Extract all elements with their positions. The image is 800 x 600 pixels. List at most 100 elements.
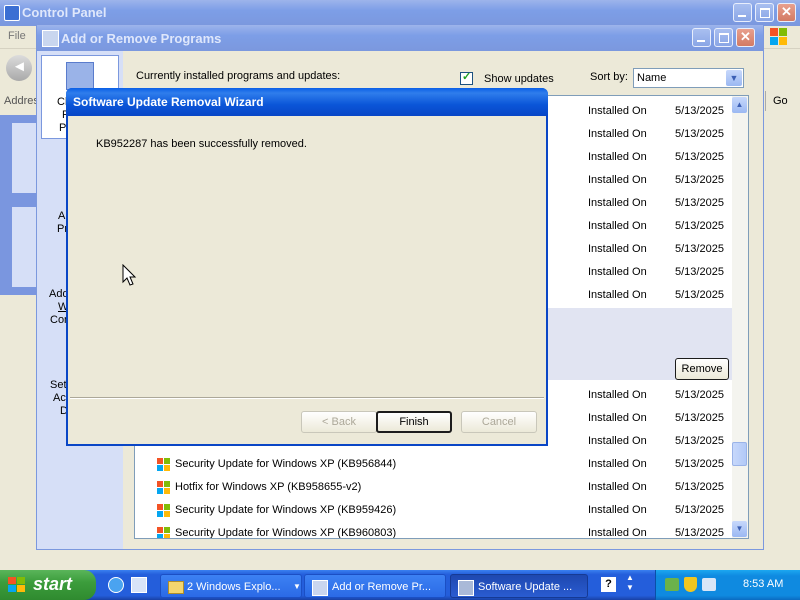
network-icon[interactable] xyxy=(665,578,679,591)
finish-label: Finish xyxy=(399,416,429,428)
check-icon: ✓ xyxy=(462,71,472,83)
back-button[interactable]: < Back xyxy=(301,411,377,433)
installed-on-label: Installed On xyxy=(588,197,647,209)
windows-logo-icon xyxy=(770,28,788,46)
installed-date: 5/13/2025 xyxy=(675,105,724,117)
go-label: Go xyxy=(773,95,788,107)
menu-file[interactable]: File xyxy=(8,30,26,42)
sort-by-label: Sort by: xyxy=(590,71,628,83)
scroll-up-button[interactable]: ▲ xyxy=(732,97,747,113)
back-nav-button[interactable]: ◄ xyxy=(6,55,32,81)
sidebar-label[interactable]: A xyxy=(58,210,65,222)
chevron-down-icon[interactable]: ▼ xyxy=(726,70,742,86)
software-update-icon xyxy=(458,580,474,596)
installed-date: 5/13/2025 xyxy=(675,243,724,255)
chevron-down-icon: ▼ xyxy=(293,582,301,591)
installed-on-label: Installed On xyxy=(588,412,647,424)
control-panel-title: Control Panel xyxy=(22,5,107,20)
installed-date: 5/13/2025 xyxy=(675,481,724,493)
wizard-separator xyxy=(70,397,544,399)
media-quicklaunch-icon[interactable] xyxy=(131,577,147,593)
installed-date: 5/13/2025 xyxy=(675,389,724,401)
arp-titlebar: Add or Remove Programs ✕ xyxy=(37,25,763,51)
installed-on-label: Installed On xyxy=(588,220,647,232)
clock: 8:53 AM xyxy=(743,578,784,590)
installed-on-label: Installed On xyxy=(588,458,647,470)
program-row[interactable]: Security Update for Windows XP (KB956844… xyxy=(135,454,733,477)
installed-date: 5/13/2025 xyxy=(675,458,724,470)
installed-date: 5/13/2025 xyxy=(675,412,724,424)
installed-date: 5/13/2025 xyxy=(675,266,724,278)
task-label: Software Update ... xyxy=(478,581,573,593)
mouse-cursor-icon xyxy=(122,264,137,286)
program-row[interactable]: Security Update for Windows XP (KB960803… xyxy=(135,523,733,539)
installed-date: 5/13/2025 xyxy=(675,197,724,209)
wizard-dialog: Software Update Removal Wizard KB952287 … xyxy=(66,88,548,446)
folder-icon xyxy=(168,581,184,594)
arp-title: Add or Remove Programs xyxy=(61,31,222,46)
program-name: Hotfix for Windows XP (KB958655-v2) xyxy=(175,481,362,493)
go-button[interactable]: Go xyxy=(765,91,800,111)
task-add-remove-programs[interactable]: Add or Remove Pr... xyxy=(304,574,446,598)
close-button[interactable]: ✕ xyxy=(777,3,796,22)
help-icon[interactable]: ? xyxy=(601,577,616,592)
list-scrollbar[interactable]: ▲ ▼ xyxy=(732,96,748,538)
arp-close-button[interactable]: ✕ xyxy=(736,28,755,47)
sort-by-value: Name xyxy=(637,72,667,84)
task-label: Add or Remove Pr... xyxy=(332,581,432,593)
remove-label: Remove xyxy=(681,363,723,375)
tray-scroll-icon[interactable]: ▲ ▼ xyxy=(626,573,634,593)
installed-on-label: Installed On xyxy=(588,389,647,401)
task-windows-explorer[interactable]: 2 Windows Explo... ▼ xyxy=(160,574,302,598)
wizard-title: Software Update Removal Wizard xyxy=(73,95,264,109)
installed-on-label: Installed On xyxy=(588,151,647,163)
installed-date: 5/13/2025 xyxy=(675,289,724,301)
programs-icon xyxy=(66,62,94,90)
installed-on-label: Installed On xyxy=(588,266,647,278)
remove-button[interactable]: Remove xyxy=(675,358,729,380)
installed-on-label: Installed On xyxy=(588,105,647,117)
taskbar: start 2 Windows Explo... ▼ Add or Remove… xyxy=(0,570,800,600)
finish-button[interactable]: Finish xyxy=(376,411,452,433)
windows-update-icon xyxy=(157,527,171,538)
program-row[interactable]: Security Update for Windows XP (KB959426… xyxy=(135,500,733,523)
installed-date: 5/13/2025 xyxy=(675,128,724,140)
program-name: Security Update for Windows XP (KB960803… xyxy=(175,527,397,539)
windows-update-icon xyxy=(157,458,171,472)
installed-on-label: Installed On xyxy=(588,128,647,140)
add-remove-icon xyxy=(42,30,59,47)
security-shield-icon[interactable] xyxy=(684,577,697,592)
installed-on-label: Installed On xyxy=(588,504,647,516)
installed-date: 5/13/2025 xyxy=(675,174,724,186)
minimize-button[interactable] xyxy=(733,3,752,22)
installed-date: 5/13/2025 xyxy=(675,527,724,539)
program-row[interactable]: Hotfix for Windows XP (KB958655-v2) Insta… xyxy=(135,477,733,500)
control-panel-icon xyxy=(4,5,20,21)
scroll-thumb[interactable] xyxy=(732,442,747,466)
wizard-titlebar: Software Update Removal Wizard xyxy=(66,88,548,116)
arp-maximize-button[interactable] xyxy=(714,28,733,47)
program-name: Security Update for Windows XP (KB959426… xyxy=(175,504,397,516)
show-updates-label[interactable]: Show updates xyxy=(484,73,554,85)
start-label: start xyxy=(33,574,73,594)
wizard-message: KB952287 has been successfully removed. xyxy=(96,138,307,150)
arp-minimize-button[interactable] xyxy=(692,28,711,47)
maximize-button[interactable] xyxy=(755,3,774,22)
cancel-label: Cancel xyxy=(481,416,517,428)
address-label: Addres xyxy=(4,95,39,107)
sidebar-label[interactable]: Set xyxy=(50,379,67,391)
add-remove-icon xyxy=(312,580,328,596)
installed-date: 5/13/2025 xyxy=(675,220,724,232)
cancel-button[interactable]: Cancel xyxy=(461,411,537,433)
installed-date: 5/13/2025 xyxy=(675,504,724,516)
task-software-update[interactable]: Software Update ... xyxy=(450,574,588,598)
start-button[interactable]: start xyxy=(0,570,96,600)
task-label: 2 Windows Explo... xyxy=(187,581,281,593)
show-updates-checkbox[interactable]: ✓ xyxy=(460,71,473,85)
ie-quicklaunch-icon[interactable] xyxy=(108,577,124,593)
scroll-down-button[interactable]: ▼ xyxy=(732,521,747,537)
installed-on-label: Installed On xyxy=(588,435,647,447)
sort-by-select[interactable]: Name ▼ xyxy=(633,68,744,88)
volume-icon[interactable] xyxy=(702,578,716,591)
back-label: < Back xyxy=(322,416,356,428)
